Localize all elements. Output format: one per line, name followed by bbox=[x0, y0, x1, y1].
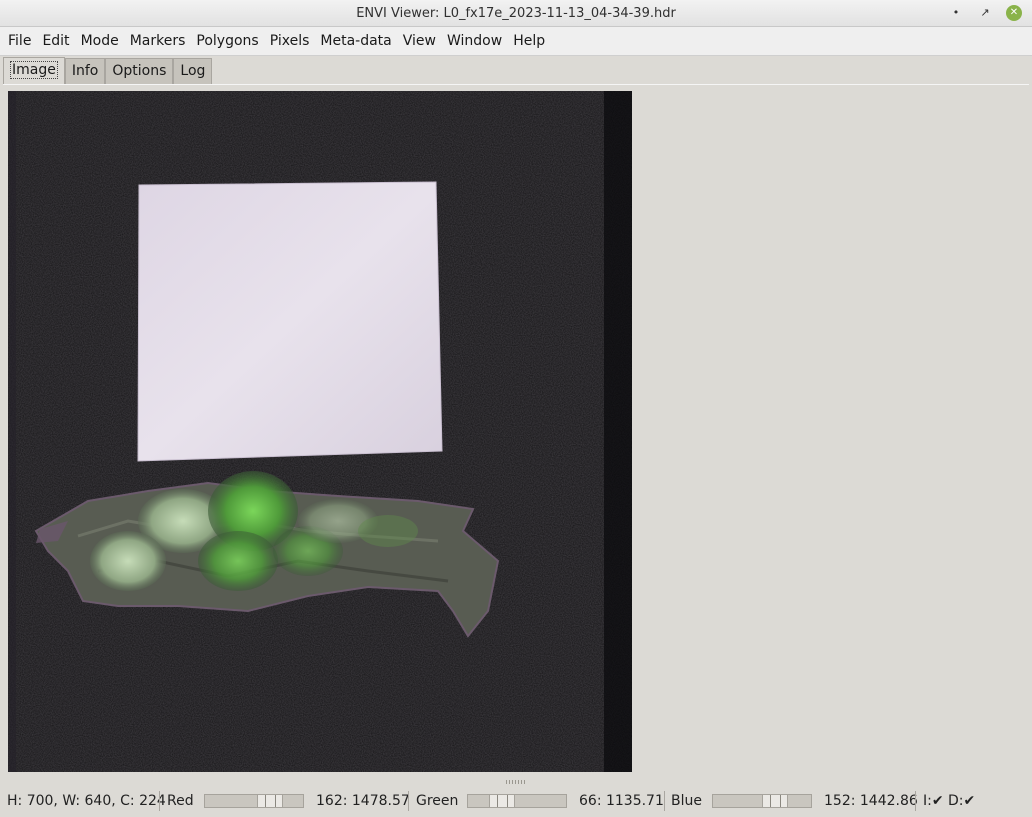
red-band-label: Red bbox=[167, 793, 194, 809]
red-band-value: 162: 1478.57 bbox=[316, 793, 410, 809]
separator bbox=[408, 791, 409, 811]
menu-help[interactable]: Help bbox=[508, 29, 550, 53]
menu-pixels[interactable]: Pixels bbox=[265, 29, 315, 53]
blue-band-label: Blue bbox=[671, 793, 702, 809]
green-band-value: 66: 1135.71 bbox=[579, 793, 664, 809]
image-dimensions: H: 700, W: 640, C: 224 bbox=[7, 793, 166, 809]
window-title: ENVI Viewer: L0_fx17e_2023-11-13_04-34-3… bbox=[356, 6, 676, 21]
title-bar: ENVI Viewer: L0_fx17e_2023-11-13_04-34-3… bbox=[0, 0, 1032, 27]
menu-polygons[interactable]: Polygons bbox=[191, 29, 263, 53]
green-band-slider[interactable] bbox=[467, 794, 567, 808]
blue-band-slider-thumb[interactable] bbox=[762, 795, 788, 807]
menu-markers[interactable]: Markers bbox=[125, 29, 191, 53]
menu-meta-data[interactable]: Meta-data bbox=[315, 29, 396, 53]
menu-bar: File Edit Mode Markers Polygons Pixels M… bbox=[0, 27, 1032, 56]
menu-mode[interactable]: Mode bbox=[76, 29, 124, 53]
tab-bar: Image Info Options Log bbox=[0, 57, 1032, 84]
menu-file[interactable]: File bbox=[3, 29, 36, 53]
image-canvas[interactable] bbox=[8, 91, 632, 772]
tab-log[interactable]: Log bbox=[173, 58, 213, 84]
menu-window[interactable]: Window bbox=[442, 29, 507, 53]
tab-options[interactable]: Options bbox=[105, 58, 174, 84]
tab-image[interactable]: Image bbox=[3, 57, 65, 84]
separator bbox=[915, 791, 916, 811]
tab-image-label: Image bbox=[10, 61, 58, 79]
minimize-icon[interactable]: • bbox=[948, 5, 964, 21]
tab-info-label: Info bbox=[71, 63, 99, 79]
blue-band-value: 152: 1442.86 bbox=[824, 793, 918, 809]
red-band-slider-thumb[interactable] bbox=[257, 795, 283, 807]
menu-view[interactable]: View bbox=[398, 29, 441, 53]
maximize-icon[interactable]: ↗ bbox=[977, 5, 993, 21]
red-band-slider[interactable] bbox=[204, 794, 304, 808]
separator bbox=[159, 791, 160, 811]
close-icon[interactable]: ✕ bbox=[1006, 5, 1022, 21]
splitter-handle[interactable] bbox=[506, 780, 526, 784]
tab-info[interactable]: Info bbox=[64, 58, 106, 84]
menu-edit[interactable]: Edit bbox=[37, 29, 74, 53]
status-flags: I:✔ D:✔ bbox=[923, 793, 976, 809]
tab-options-label: Options bbox=[112, 63, 167, 79]
blue-band-slider[interactable] bbox=[712, 794, 812, 808]
separator bbox=[664, 791, 665, 811]
green-band-slider-thumb[interactable] bbox=[489, 795, 515, 807]
hyperspectral-image bbox=[8, 91, 632, 772]
tab-log-label: Log bbox=[180, 63, 206, 79]
green-band-label: Green bbox=[416, 793, 459, 809]
status-bar: H: 700, W: 640, C: 224 Red 162: 1478.57 … bbox=[0, 787, 1032, 817]
